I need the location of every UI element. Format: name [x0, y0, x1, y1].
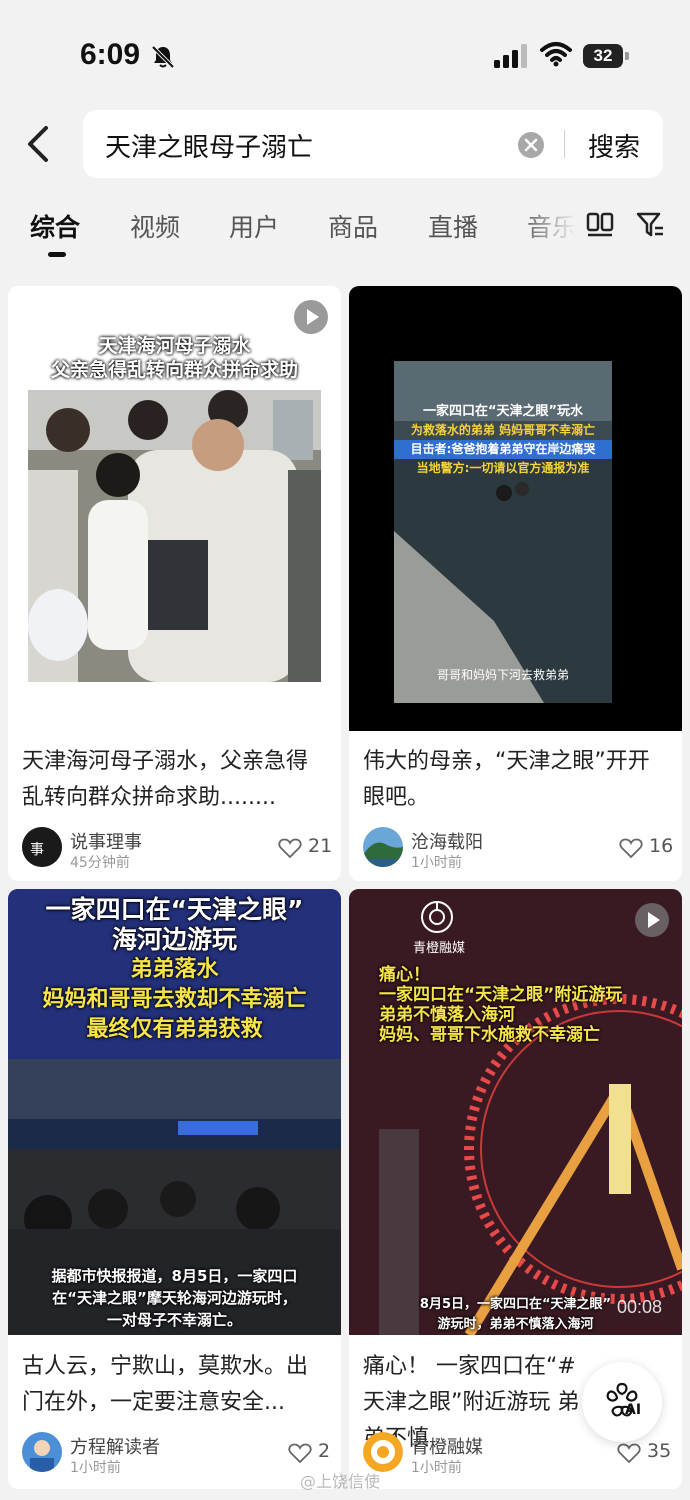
result-card[interactable]: 一家四口在“天津之眼”玩水 为救落水的弟弟 妈妈哥哥不幸溺亡 目击者:爸爸抱着弟… [349, 286, 682, 881]
author-name[interactable]: 方程解读者 [70, 1433, 160, 1459]
result-card[interactable]: 一家四口在“天津之眼” 海河边游玩 弟弟落水 妈妈和哥哥去救却不幸溺亡 最终仅有… [8, 889, 341, 1489]
tab-live[interactable]: 直播 [428, 208, 478, 244]
thumbnail-caption: 一家四口在“天津之眼” [45, 895, 304, 924]
brand-name: 青橙融媒 [412, 941, 465, 956]
tab-users[interactable]: 用户 [229, 208, 279, 244]
watermark: @上饶信使 [300, 1472, 381, 1491]
status-bar: 6:09 32 [0, 0, 690, 100]
avatar[interactable]: 事 [22, 827, 62, 867]
search-query[interactable]: 天津之眼母子溺亡 [105, 127, 313, 164]
card-title[interactable]: 天津海河母子溺水，父亲急得乱转向群众拼命求助........ [22, 744, 327, 816]
thumbnail-caption: 为救落水的弟弟 妈妈哥哥不幸溺亡 [410, 423, 596, 437]
crowd-photo [28, 390, 321, 682]
heart-icon [617, 1443, 641, 1464]
clear-icon[interactable] [518, 132, 544, 158]
thumbnail-subtitle: 一对母子不幸溺亡。 [106, 1311, 242, 1329]
post-time: 45分钟前 [70, 855, 130, 871]
tab-video[interactable]: 视频 [130, 208, 180, 244]
author-name[interactable]: 说事理事 [70, 828, 142, 854]
card-title[interactable]: 伟大的母亲，“天津之眼”开开眼吧。 [363, 744, 668, 816]
avatar[interactable] [363, 827, 403, 867]
thumbnail-caption: 当地警方:一切请以官方通报为准 [416, 461, 590, 475]
author-name[interactable]: 青橙融媒 [411, 1433, 483, 1459]
ferris-wheel-photo [349, 889, 682, 1335]
tab-all[interactable]: 综合 [30, 208, 80, 244]
video-thumbnail[interactable]: 一家四口在“天津之眼” 海河边游玩 弟弟落水 妈妈和哥哥去救却不幸溺亡 最终仅有… [8, 889, 341, 1335]
video-duration: 02:02 [274, 694, 320, 714]
like-count: 16 [649, 835, 674, 857]
back-arrow-icon[interactable] [22, 124, 58, 164]
thumbnail-caption: 天津海河母子溺水 [98, 335, 251, 357]
like-button[interactable]: 35 [617, 1440, 677, 1466]
like-count: 21 [308, 835, 333, 857]
post-time: 1小时前 [411, 855, 462, 871]
brand-logo-icon [421, 901, 453, 933]
thumbnail-subtitle: 游玩时，弟弟不慎落入海河 [437, 1317, 594, 1332]
like-count: 2 [318, 1440, 331, 1462]
result-card[interactable]: 天津海河母子溺水 父亲急得乱转向群众拼命求助 02:02 天津海河母子溺水，父亲… [8, 286, 341, 881]
layout-toggle-icon[interactable] [586, 212, 614, 238]
bell-muted-icon [151, 45, 175, 69]
tab-products[interactable]: 商品 [328, 208, 378, 244]
battery-icon: 32 [583, 44, 629, 68]
thumbnail-caption: 弟弟落水 [130, 957, 219, 982]
thumbnail-caption: 海河边游玩 [111, 925, 237, 954]
category-tabs: 综合 视频 用户 商品 直播 音乐 [0, 200, 690, 260]
video-duration: 00:08 [617, 1297, 663, 1317]
thumbnail-caption: 一家四口在“天津之眼”玩水 [422, 404, 584, 419]
battery-level: 32 [583, 44, 623, 68]
author-name[interactable]: 沧海载阳 [411, 828, 483, 854]
thumbnail-caption: 父亲急得乱转向群众拼命求助 [50, 359, 298, 381]
thumbnail-caption: 弟弟不慎落入海河 [379, 1005, 515, 1025]
thumbnail-caption: 痛心！ [379, 965, 430, 985]
filter-icon[interactable] [635, 210, 665, 240]
svg-text:事: 事 [30, 842, 44, 858]
play-icon [294, 300, 328, 334]
thumbnail-subtitle: 哥哥和妈妈下河去救弟弟 [436, 668, 569, 682]
search-input[interactable]: 天津之眼母子溺亡 搜索 [83, 110, 663, 178]
status-time: 6:09 [80, 38, 141, 71]
thumbnail-subtitle: 据都市快报报道，8月5日，一家四口 [51, 1267, 298, 1285]
search-button[interactable]: 搜索 [588, 127, 640, 164]
play-icon [635, 903, 669, 937]
video-thumbnail[interactable]: 天津海河母子溺水 父亲急得乱转向群众拼命求助 02:02 [8, 286, 341, 731]
signal-icon [494, 44, 527, 68]
like-count: 35 [647, 1440, 672, 1462]
video-thumbnail[interactable]: 青橙融媒 痛心！ 一家四口在“天津之眼”附近游玩 弟弟不慎落入海河 妈妈、哥哥下… [349, 889, 682, 1335]
heart-icon [619, 838, 643, 859]
thumbnail-caption: 目击者:爸爸抱着弟弟守在岸边痛哭 [394, 440, 612, 459]
thumbnail-subtitle: 在“天津之眼”摩天轮海河边游玩时， [52, 1289, 297, 1307]
search-divider [564, 130, 565, 158]
ai-label: AI [625, 1402, 642, 1418]
wifi-icon [540, 42, 572, 67]
post-time: 1小时前 [70, 1460, 121, 1476]
tab-indicator [48, 252, 66, 257]
avatar[interactable] [22, 1432, 62, 1472]
thumbnail-caption: 一家四口在“天津之眼”附近游玩 [379, 985, 623, 1005]
ai-assistant-button[interactable]: AI [582, 1362, 662, 1442]
heart-icon [278, 838, 302, 859]
heart-icon [288, 1443, 312, 1464]
like-button[interactable]: 2 [288, 1440, 341, 1466]
like-button[interactable]: 21 [278, 835, 338, 861]
thumbnail-caption: 妈妈、哥哥下水施救不幸溺亡 [379, 1025, 600, 1045]
post-time: 1小时前 [411, 1460, 462, 1476]
like-button[interactable]: 16 [619, 835, 679, 861]
avatar[interactable] [363, 1432, 403, 1472]
video-thumbnail[interactable]: 一家四口在“天津之眼”玩水 为救落水的弟弟 妈妈哥哥不幸溺亡 目击者:爸爸抱着弟… [349, 286, 682, 731]
card-title[interactable]: 古人云，宁欺山，莫欺水。出门在外，一定要注意安全... [22, 1349, 327, 1421]
thumbnail-caption: 妈妈和哥哥去救却不幸溺亡 [42, 987, 307, 1012]
thumbnail-caption: 最终仅有弟弟获救 [86, 1017, 263, 1042]
